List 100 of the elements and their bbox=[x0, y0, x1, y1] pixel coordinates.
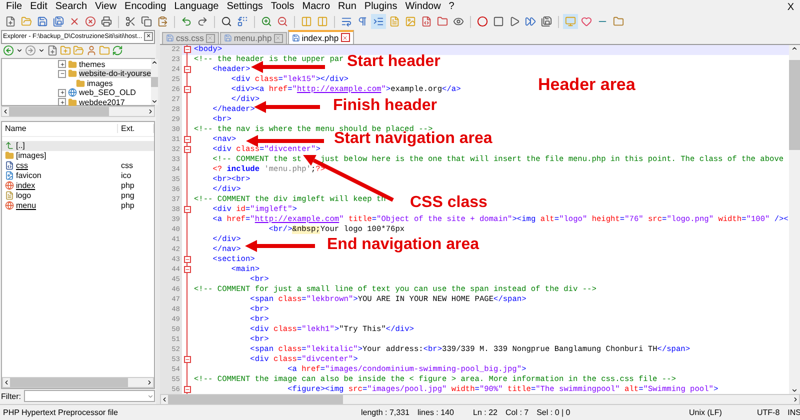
file-tab[interactable]: index.php bbox=[288, 30, 354, 44]
folder-icon[interactable] bbox=[437, 16, 448, 28]
fold-toggle[interactable] bbox=[184, 46, 190, 53]
refresh-icon[interactable] bbox=[112, 45, 123, 56]
menu-item[interactable]: ? bbox=[444, 0, 458, 14]
file-tab[interactable]: css.css bbox=[162, 32, 219, 44]
undo-icon[interactable] bbox=[181, 16, 192, 28]
scrollbar[interactable] bbox=[151, 58, 158, 104]
expand-toggle[interactable] bbox=[58, 98, 66, 106]
tree-item[interactable]: webdee2017 bbox=[79, 98, 125, 107]
new-file-icon[interactable] bbox=[47, 45, 58, 56]
fold-toggle[interactable] bbox=[184, 266, 190, 273]
chevron-right-icon[interactable] bbox=[792, 396, 799, 402]
close-icon[interactable] bbox=[69, 16, 80, 28]
expand-toggle[interactable] bbox=[58, 70, 66, 78]
record-icon[interactable] bbox=[477, 16, 488, 28]
chevron-up-icon[interactable] bbox=[151, 58, 158, 66]
minus-icon bbox=[184, 387, 190, 392]
copy-icon[interactable] bbox=[141, 16, 152, 28]
fold-toggle[interactable] bbox=[184, 66, 190, 73]
file-row[interactable]: index php bbox=[2, 180, 154, 190]
tree-item[interactable]: images bbox=[87, 78, 113, 88]
chevron-left-icon[interactable] bbox=[2, 108, 9, 114]
menu-item[interactable]: Edit bbox=[26, 0, 52, 14]
play-icon[interactable] bbox=[509, 16, 520, 28]
scrollbar[interactable] bbox=[789, 44, 800, 394]
file-row[interactable]: menu php bbox=[2, 200, 154, 210]
new-file-icon[interactable] bbox=[5, 16, 16, 28]
filter-field[interactable] bbox=[24, 390, 155, 402]
stop-icon[interactable] bbox=[493, 16, 504, 28]
menu-item[interactable]: File bbox=[2, 0, 26, 14]
menu-item[interactable]: Plugins bbox=[360, 0, 402, 14]
menu-item[interactable]: Encoding bbox=[120, 0, 170, 14]
redo-icon[interactable] bbox=[197, 16, 208, 28]
print-icon[interactable] bbox=[101, 16, 112, 28]
tree-item[interactable]: themes bbox=[79, 60, 106, 69]
fold-toggle[interactable] bbox=[184, 256, 190, 263]
close-icon[interactable] bbox=[340, 33, 350, 42]
column-header[interactable]: Ext. bbox=[118, 124, 154, 133]
menu-item[interactable]: Search bbox=[51, 0, 92, 14]
menu-item[interactable]: Language bbox=[170, 0, 223, 14]
save-icon[interactable] bbox=[37, 16, 48, 28]
chevron-down-icon[interactable] bbox=[791, 386, 798, 394]
caret-icon[interactable] bbox=[16, 47, 23, 54]
fast-forward-icon[interactable] bbox=[525, 16, 536, 28]
zoom-out-icon[interactable] bbox=[277, 16, 288, 28]
menu-item[interactable]: View bbox=[91, 0, 121, 14]
tree-item[interactable]: website-do-it-yourse bbox=[79, 69, 152, 78]
code-file-icon bbox=[5, 161, 14, 170]
scrollbar[interactable] bbox=[160, 394, 800, 404]
file-row[interactable]: [images] bbox=[2, 150, 154, 160]
eye-icon[interactable] bbox=[453, 16, 464, 28]
fold-toggle[interactable] bbox=[184, 356, 190, 363]
save-macro-icon[interactable] bbox=[541, 16, 552, 28]
save-all-icon[interactable] bbox=[53, 16, 64, 28]
file-row[interactable]: logo png bbox=[2, 190, 154, 200]
chevron-right-icon[interactable] bbox=[146, 378, 153, 386]
fold-toggle[interactable] bbox=[184, 386, 190, 393]
function-list-icon[interactable] bbox=[421, 16, 432, 28]
menu-item[interactable]: Window bbox=[401, 0, 445, 14]
file-row[interactable]: favicon ico bbox=[2, 170, 154, 180]
close-button[interactable]: X bbox=[781, 2, 800, 12]
chevron-up-icon[interactable] bbox=[791, 44, 798, 52]
wrap-icon[interactable] bbox=[341, 16, 352, 28]
menu-item[interactable]: Settings bbox=[222, 0, 267, 14]
chevron-right-icon[interactable] bbox=[147, 108, 154, 114]
chevron-down-icon[interactable] bbox=[151, 98, 158, 104]
fold-toggle[interactable] bbox=[184, 146, 190, 153]
zoom-in-icon[interactable] bbox=[261, 16, 272, 28]
fold-toggle[interactable] bbox=[184, 136, 190, 143]
expand-toggle[interactable] bbox=[58, 88, 66, 97]
annotation-label: CSS class bbox=[410, 194, 488, 212]
scrollbar[interactable] bbox=[1, 106, 155, 116]
replace-icon[interactable] bbox=[237, 16, 248, 28]
caret-icon[interactable] bbox=[38, 47, 45, 54]
column-header[interactable]: Name bbox=[2, 124, 118, 133]
chevron-left-icon[interactable] bbox=[161, 396, 168, 402]
plus-icon bbox=[60, 62, 64, 67]
paste-icon[interactable] bbox=[157, 16, 168, 28]
close-all-icon[interactable] bbox=[85, 16, 96, 28]
fold-toggle[interactable] bbox=[184, 86, 190, 93]
menu-item[interactable]: Tools bbox=[266, 0, 298, 14]
folder-icon[interactable] bbox=[613, 16, 624, 28]
user-icon[interactable] bbox=[86, 45, 97, 56]
expand-toggle[interactable] bbox=[58, 60, 66, 68]
menu-item[interactable]: Run bbox=[334, 0, 360, 14]
cut-icon[interactable] bbox=[125, 16, 136, 28]
fold-toggle[interactable] bbox=[184, 206, 190, 213]
file-row[interactable]: css css bbox=[2, 160, 154, 170]
globe-icon bbox=[5, 181, 14, 190]
tree-item[interactable]: web_SEO_OLD bbox=[79, 88, 136, 98]
file-row[interactable]: [..] bbox=[2, 140, 154, 150]
pilcrow-icon[interactable] bbox=[357, 16, 368, 28]
heart-icon[interactable] bbox=[581, 16, 592, 28]
search-icon[interactable] bbox=[221, 16, 232, 28]
file-tab[interactable]: menu.php bbox=[220, 32, 287, 44]
chevron-left-icon[interactable] bbox=[3, 378, 10, 386]
annotation-label: End navigation area bbox=[327, 236, 480, 254]
menu-item[interactable]: Macro bbox=[298, 0, 334, 14]
scrollbar[interactable] bbox=[2, 376, 154, 388]
